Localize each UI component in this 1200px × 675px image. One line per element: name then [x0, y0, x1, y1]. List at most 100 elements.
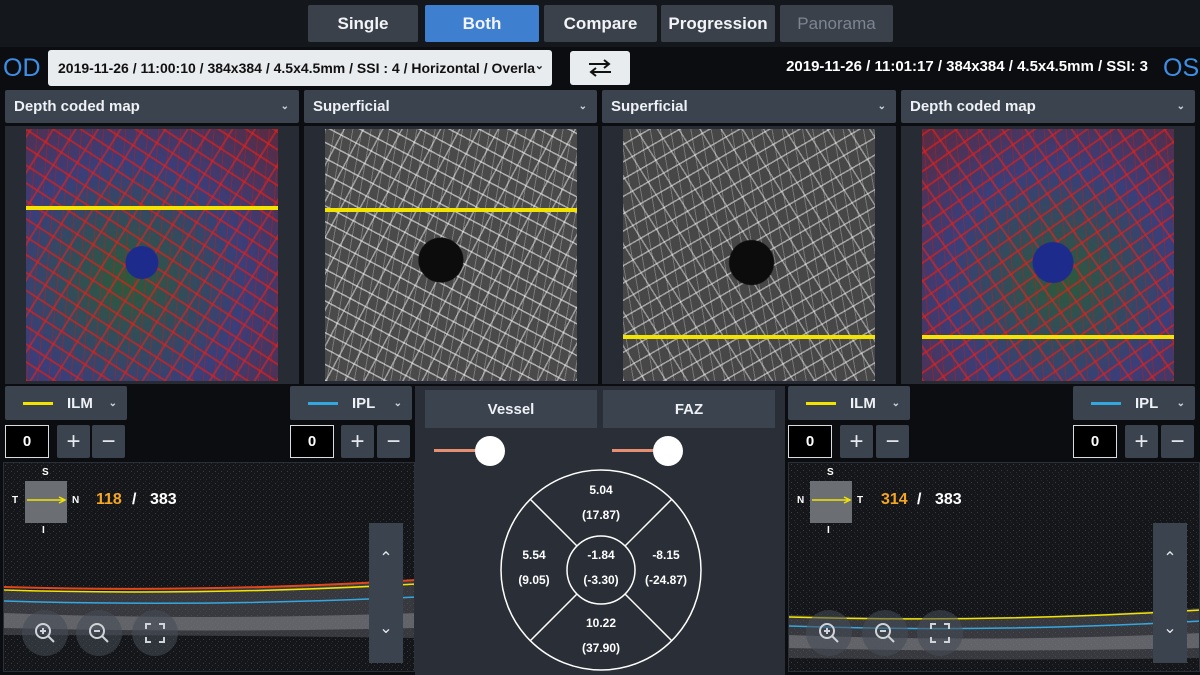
dir-right: N — [72, 495, 80, 506]
panel1-map-label: Depth coded map — [14, 98, 140, 115]
faz-slider-handle[interactable] — [653, 436, 683, 466]
tab-progression[interactable]: Progression — [661, 5, 775, 42]
right-scan-info: 2019-11-26 / 11:01:17 / 384x384 / 4.5x4.… — [786, 58, 1148, 75]
bottom-layer-dropdown-left[interactable]: IPL ⌄ — [290, 386, 412, 420]
minus-icon[interactable]: − — [1161, 425, 1194, 458]
dir-left: N — [797, 495, 805, 506]
swap-arrows-icon — [589, 59, 611, 77]
sector-left-value: 5.54 — [522, 548, 546, 562]
dir-bottom: I — [827, 525, 830, 536]
chevron-down-icon: ⌄ — [1176, 397, 1185, 409]
plus-icon[interactable]: + — [840, 425, 873, 458]
zoom-in-icon[interactable] — [806, 610, 852, 656]
sector-right-value: -8.15 — [652, 548, 680, 562]
chevron-down-icon: ⌄ — [280, 101, 289, 112]
chevron-down-icon: ⌄ — [108, 397, 117, 409]
orientation-compass: S N T I — [795, 467, 875, 536]
panel4-map-label: Depth coded map — [910, 98, 1036, 115]
top-layer-dropdown-left[interactable]: ILM ⌄ — [5, 386, 127, 420]
bottom-layer-dropdown-right[interactable]: IPL ⌄ — [1073, 386, 1195, 420]
panel3-image-frame — [602, 126, 896, 384]
bscan-total: 383 — [150, 491, 177, 508]
panel1-map-dropdown[interactable]: Depth coded map ⌄ — [5, 90, 299, 123]
top-layer-offset[interactable]: 0 — [5, 425, 49, 458]
panel3-map-label: Superficial — [611, 98, 688, 115]
chevron-up-icon[interactable]: ⌃ — [369, 523, 403, 593]
analysis-panel: Vessel FAZ 5.04 (17.87) 5.54 (9.05) -1.8… — [415, 386, 785, 675]
top-layer-dropdown-right[interactable]: ILM ⌄ — [788, 386, 910, 420]
minus-icon[interactable]: − — [92, 425, 125, 458]
tab-single[interactable]: Single — [308, 5, 418, 42]
od-eye-label: OD — [3, 54, 41, 82]
faz-button[interactable]: FAZ — [603, 390, 775, 428]
od-bscan-viewer[interactable]: S T N I 118 / 383 ⌃ ⌄ — [3, 462, 415, 672]
chevron-down-icon: ⌄ — [578, 101, 587, 112]
os-depth-coded-angiogram[interactable] — [922, 129, 1174, 381]
chevron-down-icon: ⌄ — [891, 397, 900, 409]
scan-position-line[interactable] — [623, 335, 875, 339]
sector-left-percent: (9.05) — [518, 573, 550, 587]
chevron-down-icon: ⌄ — [877, 101, 886, 112]
top-layer-offset[interactable]: 0 — [788, 425, 832, 458]
ipl-line-swatch — [308, 401, 338, 405]
scan-position-line[interactable] — [26, 206, 278, 210]
sector-bottom-value: 10.22 — [585, 616, 617, 630]
panel4-image-frame — [901, 126, 1195, 384]
dir-right: T — [857, 495, 864, 506]
dir-bottom: I — [42, 525, 45, 536]
dir-top: S — [827, 467, 834, 478]
direction-arrow-icon — [27, 496, 67, 504]
minus-icon[interactable]: − — [876, 425, 909, 458]
plus-icon[interactable]: + — [1125, 425, 1158, 458]
swap-button[interactable] — [570, 51, 630, 85]
sector-center-percent: (-3.30) — [583, 573, 619, 587]
zoom-out-icon[interactable] — [862, 610, 908, 656]
plus-icon[interactable]: + — [57, 425, 90, 458]
ilm-line-swatch — [23, 401, 53, 405]
sector-bottom-percent: (37.90) — [581, 641, 621, 655]
fit-frame-icon[interactable] — [917, 610, 963, 656]
tab-both[interactable]: Both — [425, 5, 539, 42]
vessel-slider-handle[interactable] — [475, 436, 505, 466]
chevron-down-icon: ⌄ — [393, 397, 402, 409]
panel1-image-frame — [5, 126, 299, 384]
os-bscan-viewer[interactable]: S N T I 314 / 383 ⌃ ⌄ — [788, 462, 1200, 672]
od-superficial-angiogram[interactable] — [325, 129, 577, 381]
panel4-map-dropdown[interactable]: Depth coded map ⌄ — [901, 90, 1195, 123]
ilm-line-swatch — [806, 401, 836, 405]
tab-compare[interactable]: Compare — [544, 5, 657, 42]
chevron-down-icon[interactable]: ⌄ — [1153, 593, 1187, 663]
bscan-position: 314 — [881, 491, 908, 508]
dir-left: T — [12, 495, 19, 506]
fit-frame-icon[interactable] — [132, 610, 178, 656]
panel3-map-dropdown[interactable]: Superficial ⌄ — [602, 90, 896, 123]
orientation-compass: S T N I — [10, 467, 90, 536]
od-depth-coded-angiogram[interactable] — [26, 129, 278, 381]
bottom-layer-label: IPL — [1135, 394, 1159, 412]
panel2-map-label: Superficial — [313, 98, 390, 115]
sector-right-percent: (-24.87) — [644, 573, 688, 587]
dir-top: S — [42, 467, 49, 478]
scan-position-line[interactable] — [325, 208, 577, 212]
bottom-layer-offset[interactable]: 0 — [290, 425, 334, 458]
panel2-map-dropdown[interactable]: Superficial ⌄ — [304, 90, 597, 123]
plus-icon[interactable]: + — [341, 425, 374, 458]
ipl-line-swatch — [1091, 401, 1121, 405]
bottom-layer-offset[interactable]: 0 — [1073, 425, 1117, 458]
scan-select-value: 2019-11-26 / 11:00:10 / 384x384 / 4.5x4.… — [58, 60, 536, 76]
sector-top-value: 5.04 — [589, 483, 613, 497]
scan-position-line[interactable] — [922, 335, 1174, 339]
top-layer-label: ILM — [850, 394, 876, 412]
mode-tab-bar: Single Both Compare Progression Panorama — [0, 0, 1200, 47]
direction-arrow-icon — [812, 496, 852, 504]
scan-select-dropdown[interactable]: 2019-11-26 / 11:00:10 / 384x384 / 4.5x4.… — [48, 50, 552, 86]
minus-icon[interactable]: − — [377, 425, 410, 458]
top-layer-label: ILM — [67, 394, 93, 412]
vessel-button[interactable]: Vessel — [425, 390, 597, 428]
zoom-in-icon[interactable] — [22, 610, 68, 656]
zoom-out-icon[interactable] — [76, 610, 122, 656]
tab-panorama: Panorama — [780, 5, 893, 42]
chevron-down-icon[interactable]: ⌄ — [369, 593, 403, 663]
os-superficial-angiogram[interactable] — [623, 129, 875, 381]
chevron-up-icon[interactable]: ⌃ — [1153, 523, 1187, 593]
